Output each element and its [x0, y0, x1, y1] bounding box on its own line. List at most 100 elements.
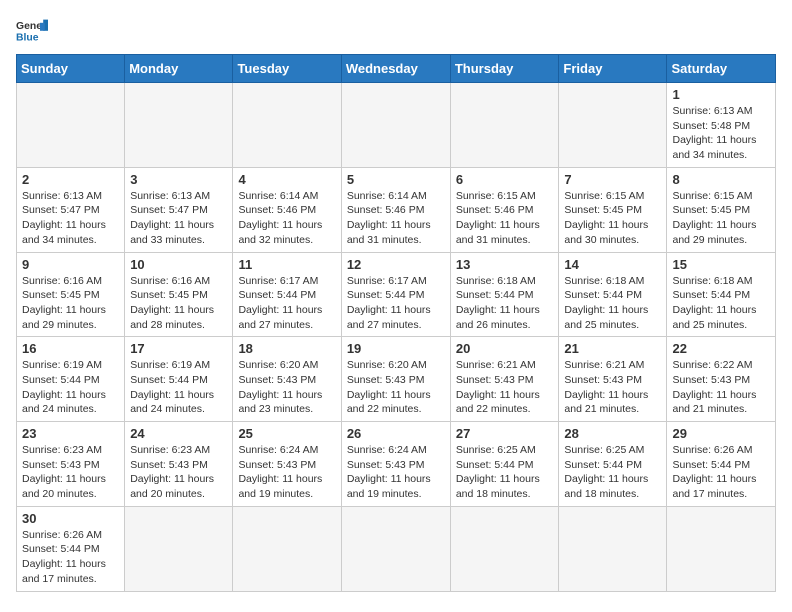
calendar-cell: 26Sunrise: 6:24 AM Sunset: 5:43 PM Dayli…: [341, 422, 450, 507]
calendar-cell: 2Sunrise: 6:13 AM Sunset: 5:47 PM Daylig…: [17, 167, 125, 252]
calendar-cell: [559, 83, 667, 168]
day-number: 29: [672, 426, 770, 441]
calendar-cell: 3 Sunrise: 6:13 AM Sunset: 5:47 PM Daylig…: [125, 167, 233, 252]
day-header-monday: Monday: [125, 55, 233, 83]
day-number: 4: [238, 172, 335, 187]
day-number: 14: [564, 257, 661, 272]
day-header-sunday: Sunday: [17, 55, 125, 83]
calendar-cell: 28 Sunrise: 6:25 AM Sunset: 5:44 PM Dayli…: [559, 422, 667, 507]
day-info: Sunrise: 6:17 AM Sunset: 5:44 PM Dayligh…: [347, 274, 445, 333]
day-info: Sunrise: 6:25 AM Sunset: 5:44 PM Dayligh…: [564, 443, 661, 502]
day-info: Sunrise: 6:26 AM Sunset: 5:44 PM Dayligh…: [22, 528, 119, 587]
calendar-cell: 8 Sunrise: 6:15 AM Sunset: 5:45 PM Daylig…: [667, 167, 776, 252]
calendar-cell: 6 Sunrise: 6:15 AM Sunset: 5:46 PM Daylig…: [450, 167, 559, 252]
week-row-3: 9 Sunrise: 6:16 AM Sunset: 5:45 PM Daylig…: [17, 252, 776, 337]
day-number: 2: [22, 172, 119, 187]
day-header-tuesday: Tuesday: [233, 55, 341, 83]
day-header-friday: Friday: [559, 55, 667, 83]
day-number: 23: [22, 426, 119, 441]
calendar-cell: 27 Sunrise: 6:25 AM Sunset: 5:44 PM Dayli…: [450, 422, 559, 507]
day-info: Sunrise: 6:14 AM Sunset: 5:46 PM Dayligh…: [238, 189, 335, 248]
day-number: 27: [456, 426, 554, 441]
day-info: Sunrise: 6:19 AM Sunset: 5:44 PM Dayligh…: [130, 358, 227, 417]
day-number: 11: [238, 257, 335, 272]
day-info: Sunrise: 6:16 AM Sunset: 5:45 PM Dayligh…: [130, 274, 227, 333]
day-info: Sunrise: 6:19 AM Sunset: 5:44 PM Dayligh…: [22, 358, 119, 417]
day-info: Sunrise: 6:15 AM Sunset: 5:45 PM Dayligh…: [672, 189, 770, 248]
day-number: 16: [22, 341, 119, 356]
calendar-cell: 11Sunrise: 6:17 AM Sunset: 5:44 PM Dayli…: [233, 252, 341, 337]
day-number: 28: [564, 426, 661, 441]
day-info: Sunrise: 6:15 AM Sunset: 5:45 PM Dayligh…: [564, 189, 661, 248]
day-info: Sunrise: 6:23 AM Sunset: 5:43 PM Dayligh…: [22, 443, 119, 502]
day-info: Sunrise: 6:25 AM Sunset: 5:44 PM Dayligh…: [456, 443, 554, 502]
calendar-cell: [450, 83, 559, 168]
calendar-cell: [559, 506, 667, 591]
calendar-header-row: SundayMondayTuesdayWednesdayThursdayFrid…: [17, 55, 776, 83]
day-number: 17: [130, 341, 227, 356]
calendar-cell: [125, 83, 233, 168]
calendar-cell: 18 Sunrise: 6:20 AM Sunset: 5:43 PM Dayli…: [233, 337, 341, 422]
calendar-cell: 24Sunrise: 6:23 AM Sunset: 5:43 PM Dayli…: [125, 422, 233, 507]
day-info: Sunrise: 6:15 AM Sunset: 5:46 PM Dayligh…: [456, 189, 554, 248]
calendar-cell: 7 Sunrise: 6:15 AM Sunset: 5:45 PM Daylig…: [559, 167, 667, 252]
calendar-cell: [233, 83, 341, 168]
calendar-cell: [17, 83, 125, 168]
calendar-cell: [233, 506, 341, 591]
calendar-cell: 14 Sunrise: 6:18 AM Sunset: 5:44 PM Dayli…: [559, 252, 667, 337]
day-info: Sunrise: 6:14 AM Sunset: 5:46 PM Dayligh…: [347, 189, 445, 248]
day-info: Sunrise: 6:21 AM Sunset: 5:43 PM Dayligh…: [564, 358, 661, 417]
calendar-cell: 9Sunrise: 6:16 AM Sunset: 5:45 PM Daylig…: [17, 252, 125, 337]
calendar-cell: [341, 506, 450, 591]
calendar-cell: [450, 506, 559, 591]
calendar-cell: [341, 83, 450, 168]
day-info: Sunrise: 6:18 AM Sunset: 5:44 PM Dayligh…: [456, 274, 554, 333]
day-number: 5: [347, 172, 445, 187]
calendar-cell: 23 Sunrise: 6:23 AM Sunset: 5:43 PM Dayli…: [17, 422, 125, 507]
day-number: 15: [672, 257, 770, 272]
day-number: 7: [564, 172, 661, 187]
day-header-thursday: Thursday: [450, 55, 559, 83]
day-number: 19: [347, 341, 445, 356]
day-number: 13: [456, 257, 554, 272]
day-number: 25: [238, 426, 335, 441]
calendar-cell: 12 Sunrise: 6:17 AM Sunset: 5:44 PM Dayli…: [341, 252, 450, 337]
day-number: 26: [347, 426, 445, 441]
day-info: Sunrise: 6:18 AM Sunset: 5:44 PM Dayligh…: [564, 274, 661, 333]
week-row-6: 30Sunrise: 6:26 AM Sunset: 5:44 PM Dayli…: [17, 506, 776, 591]
day-number: 8: [672, 172, 770, 187]
logo: General Blue: [16, 16, 56, 44]
day-info: Sunrise: 6:24 AM Sunset: 5:43 PM Dayligh…: [238, 443, 335, 502]
day-number: 18: [238, 341, 335, 356]
day-info: Sunrise: 6:18 AM Sunset: 5:44 PM Dayligh…: [672, 274, 770, 333]
calendar-cell: 13 Sunrise: 6:18 AM Sunset: 5:44 PM Dayli…: [450, 252, 559, 337]
week-row-2: 2 Sunrise: 6:13 AM Sunset: 5:47 PM Daylig…: [17, 167, 776, 252]
week-row-4: 16 Sunrise: 6:19 AM Sunset: 5:44 PM Dayli…: [17, 337, 776, 422]
day-number: 12: [347, 257, 445, 272]
day-number: 10: [130, 257, 227, 272]
day-number: 3: [130, 172, 227, 187]
svg-text:Blue: Blue: [16, 32, 39, 43]
calendar-cell: 20Sunrise: 6:21 AM Sunset: 5:43 PM Dayli…: [450, 337, 559, 422]
calendar-cell: 5 Sunrise: 6:14 AM Sunset: 5:46 PM Daylig…: [341, 167, 450, 252]
calendar-table: SundayMondayTuesdayWednesdayThursdayFrid…: [16, 54, 776, 592]
day-info: Sunrise: 6:26 AM Sunset: 5:44 PM Dayligh…: [672, 443, 770, 502]
day-info: Sunrise: 6:20 AM Sunset: 5:43 PM Dayligh…: [347, 358, 445, 417]
calendar-cell: 29 Sunrise: 6:26 AM Sunset: 5:44 PM Dayli…: [667, 422, 776, 507]
day-header-saturday: Saturday: [667, 55, 776, 83]
page-header: General Blue: [16, 16, 776, 44]
calendar-cell: 25 Sunrise: 6:24 AM Sunset: 5:43 PM Dayli…: [233, 422, 341, 507]
calendar-cell: 15 Sunrise: 6:18 AM Sunset: 5:44 PM Dayli…: [667, 252, 776, 337]
day-info: Sunrise: 6:23 AM Sunset: 5:43 PM Dayligh…: [130, 443, 227, 502]
calendar-cell: [125, 506, 233, 591]
day-info: Sunrise: 6:20 AM Sunset: 5:43 PM Dayligh…: [238, 358, 335, 417]
calendar-cell: 30Sunrise: 6:26 AM Sunset: 5:44 PM Dayli…: [17, 506, 125, 591]
day-info: Sunrise: 6:13 AM Sunset: 5:47 PM Dayligh…: [130, 189, 227, 248]
day-number: 6: [456, 172, 554, 187]
day-number: 9: [22, 257, 119, 272]
calendar-cell: 21Sunrise: 6:21 AM Sunset: 5:43 PM Dayli…: [559, 337, 667, 422]
day-number: 20: [456, 341, 554, 356]
day-number: 22: [672, 341, 770, 356]
week-row-1: 1Sunrise: 6:13 AM Sunset: 5:48 PM Daylig…: [17, 83, 776, 168]
calendar-cell: 16 Sunrise: 6:19 AM Sunset: 5:44 PM Dayli…: [17, 337, 125, 422]
